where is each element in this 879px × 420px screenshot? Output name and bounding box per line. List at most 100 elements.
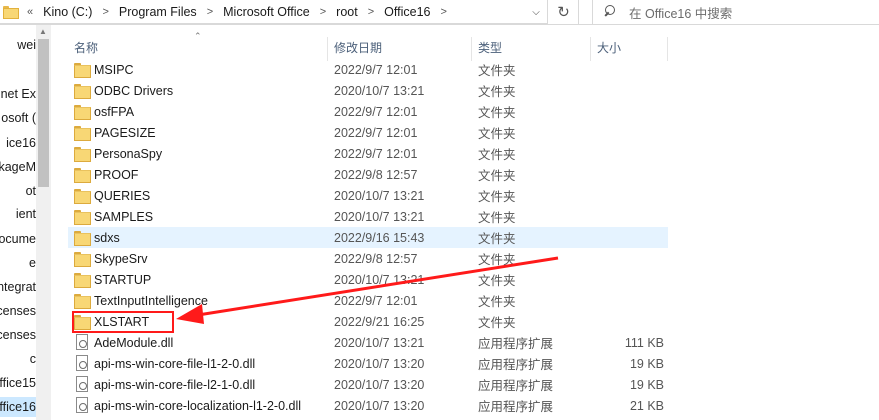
dll-file-icon <box>76 355 88 371</box>
column-header-size[interactable]: 大小 <box>591 37 621 61</box>
file-date-modified: 2022/9/7 12:01 <box>334 104 418 119</box>
file-row[interactable]: api-ms-win-core-localization-l1-2-0.dll 2… <box>68 395 668 416</box>
scrollbar-thumb[interactable] <box>38 39 49 187</box>
folder-icon <box>74 252 91 267</box>
nav-item[interactable]: ice16 <box>0 133 36 153</box>
file-date-modified: 2022/9/21 16:25 <box>334 314 425 329</box>
breadcrumb-microsoft-office[interactable]: Microsoft Office <box>221 5 312 19</box>
address-bar[interactable]: « Kino (C:) > Program Files > Microsoft … <box>0 0 548 24</box>
folder-row[interactable]: SkypeSrv 2022/9/8 12:57 文件夹 <box>68 248 668 269</box>
file-size: 21 KB <box>629 398 664 413</box>
folder-row[interactable]: PROOF 2022/9/8 12:57 文件夹 <box>68 164 668 185</box>
file-name: PROOF <box>94 167 139 182</box>
file-row[interactable]: api-ms-win-core-file-l2-1-0.dll 2020/10/7… <box>68 374 668 395</box>
dll-file-icon <box>76 376 88 392</box>
file-name: TextInputIntelligence <box>94 293 208 308</box>
chevron-right-icon[interactable]: > <box>199 6 221 18</box>
folder-row[interactable]: ODBC Drivers 2020/10/7 13:21 文件夹 <box>68 80 668 101</box>
dll-file-icon <box>76 334 88 350</box>
search-input[interactable]: 在 Office16 中搜索 <box>592 0 879 24</box>
file-name: STARTUP <box>94 272 152 287</box>
nav-item[interactable]: kageM <box>0 157 36 177</box>
breadcrumb-program-files[interactable]: Program Files <box>117 5 199 19</box>
folder-row[interactable]: osfFPA 2022/9/7 12:01 文件夹 <box>68 101 668 122</box>
nav-item[interactable]: ient <box>0 204 36 224</box>
column-header-type[interactable]: 类型 <box>472 37 502 61</box>
nav-item[interactable]: e <box>0 253 36 273</box>
nav-item[interactable]: c <box>0 349 36 369</box>
folder-icon <box>3 6 19 19</box>
file-type: 应用程序扩展 <box>478 400 554 414</box>
folder-icon <box>74 231 91 246</box>
file-row[interactable]: api-ms-win-core-file-l1-2-0.dll 2020/10/7… <box>68 353 668 374</box>
file-size: 111 KB <box>624 335 664 350</box>
folder-icon <box>74 105 91 120</box>
file-name: PAGESIZE <box>94 125 156 140</box>
file-date-modified: 2020/10/7 13:21 <box>334 335 425 350</box>
file-name: AdeModule.dll <box>94 335 174 350</box>
file-row[interactable]: AdeModule.dll 2020/10/7 13:21 应用程序扩展 111 KB <box>68 332 668 353</box>
file-name: MSIPC <box>94 62 134 77</box>
nav-scrollbar[interactable]: ▲ <box>36 25 51 420</box>
search-icon <box>601 3 619 21</box>
folder-icon <box>74 84 91 99</box>
file-date-modified: 2022/9/16 15:43 <box>334 230 425 245</box>
file-type: 文件夹 <box>478 127 516 141</box>
file-type: 文件夹 <box>478 253 516 267</box>
nav-item[interactable]: censes <box>0 325 36 345</box>
search-placeholder: 在 Office16 中搜索 <box>629 6 733 21</box>
breadcrumb-drive[interactable]: Kino (C:) <box>41 5 94 19</box>
nav-item[interactable]: wei <box>0 35 36 55</box>
nav-item[interactable]: ot <box>0 181 36 201</box>
file-name: sdxs <box>94 230 120 245</box>
nav-item[interactable]: osoft ( <box>0 108 36 128</box>
column-header-date[interactable]: 修改日期 <box>328 37 382 61</box>
folder-icon <box>74 294 91 309</box>
file-type: 文件夹 <box>478 316 516 330</box>
column-header-name[interactable]: 名称 <box>68 37 98 61</box>
folder-row[interactable]: PersonaSpy 2022/9/7 12:01 文件夹 <box>68 143 668 164</box>
file-type: 文件夹 <box>478 295 516 309</box>
file-type: 文件夹 <box>478 232 516 246</box>
file-type: 应用程序扩展 <box>478 337 554 351</box>
nav-item[interactable]: censes <box>0 301 36 321</box>
file-date-modified: 2020/10/7 13:20 <box>334 356 425 371</box>
refresh-button[interactable]: ↻ <box>549 0 579 24</box>
file-date-modified: 2022/9/7 12:01 <box>334 62 418 77</box>
file-type: 文件夹 <box>478 106 516 120</box>
folder-row[interactable]: SAMPLES 2020/10/7 13:21 文件夹 <box>68 206 668 227</box>
overflow-chevron-icon[interactable]: « <box>25 6 41 18</box>
file-name: SkypeSrv <box>94 251 148 266</box>
chevron-right-icon[interactable]: > <box>94 6 116 18</box>
file-type: 应用程序扩展 <box>478 358 554 372</box>
scroll-up-icon[interactable]: ▲ <box>39 27 47 36</box>
nav-item[interactable]: ocume <box>0 229 36 249</box>
folder-icon <box>74 273 91 288</box>
nav-item-selected[interactable]: ffice16 <box>0 397 36 417</box>
file-name: PersonaSpy <box>94 146 163 161</box>
breadcrumb-root[interactable]: root <box>334 5 360 19</box>
chevron-right-icon[interactable]: > <box>360 6 382 18</box>
file-name: api-ms-win-core-file-l1-2-0.dll <box>94 356 256 371</box>
navigation-pane: wei net Ex osoft ( ice16 kageM ot ient o… <box>0 25 36 420</box>
address-dropdown-button[interactable]: ⌵ <box>524 0 548 24</box>
nav-item[interactable]: ntegrat <box>0 277 36 297</box>
folder-row[interactable]: MSIPC 2022/9/7 12:01 文件夹 <box>68 59 668 80</box>
column-divider[interactable] <box>667 37 668 61</box>
file-date-modified: 2022/9/7 12:01 <box>334 125 418 140</box>
file-date-modified: 2020/10/7 13:21 <box>334 188 425 203</box>
folder-row[interactable]: sdxs 2022/9/16 15:43 文件夹 <box>68 227 668 248</box>
file-name: api-ms-win-core-file-l2-1-0.dll <box>94 377 256 392</box>
nav-item[interactable]: net Ex <box>0 84 36 104</box>
file-date-modified: 2020/10/7 13:20 <box>334 398 425 413</box>
dll-file-icon <box>76 397 88 413</box>
nav-item[interactable]: ffice15 <box>0 373 36 393</box>
folder-row[interactable]: TextInputIntelligence 2022/9/7 12:01 文件夹 <box>68 290 668 311</box>
chevron-right-icon[interactable]: > <box>312 6 334 18</box>
chevron-right-icon[interactable]: > <box>432 6 454 18</box>
breadcrumb-office16[interactable]: Office16 <box>382 5 432 19</box>
file-type: 文件夹 <box>478 190 516 204</box>
folder-row[interactable]: PAGESIZE 2022/9/7 12:01 文件夹 <box>68 122 668 143</box>
folder-row[interactable]: QUERIES 2020/10/7 13:21 文件夹 <box>68 185 668 206</box>
folder-row[interactable]: STARTUP 2020/10/7 13:21 文件夹 <box>68 269 668 290</box>
